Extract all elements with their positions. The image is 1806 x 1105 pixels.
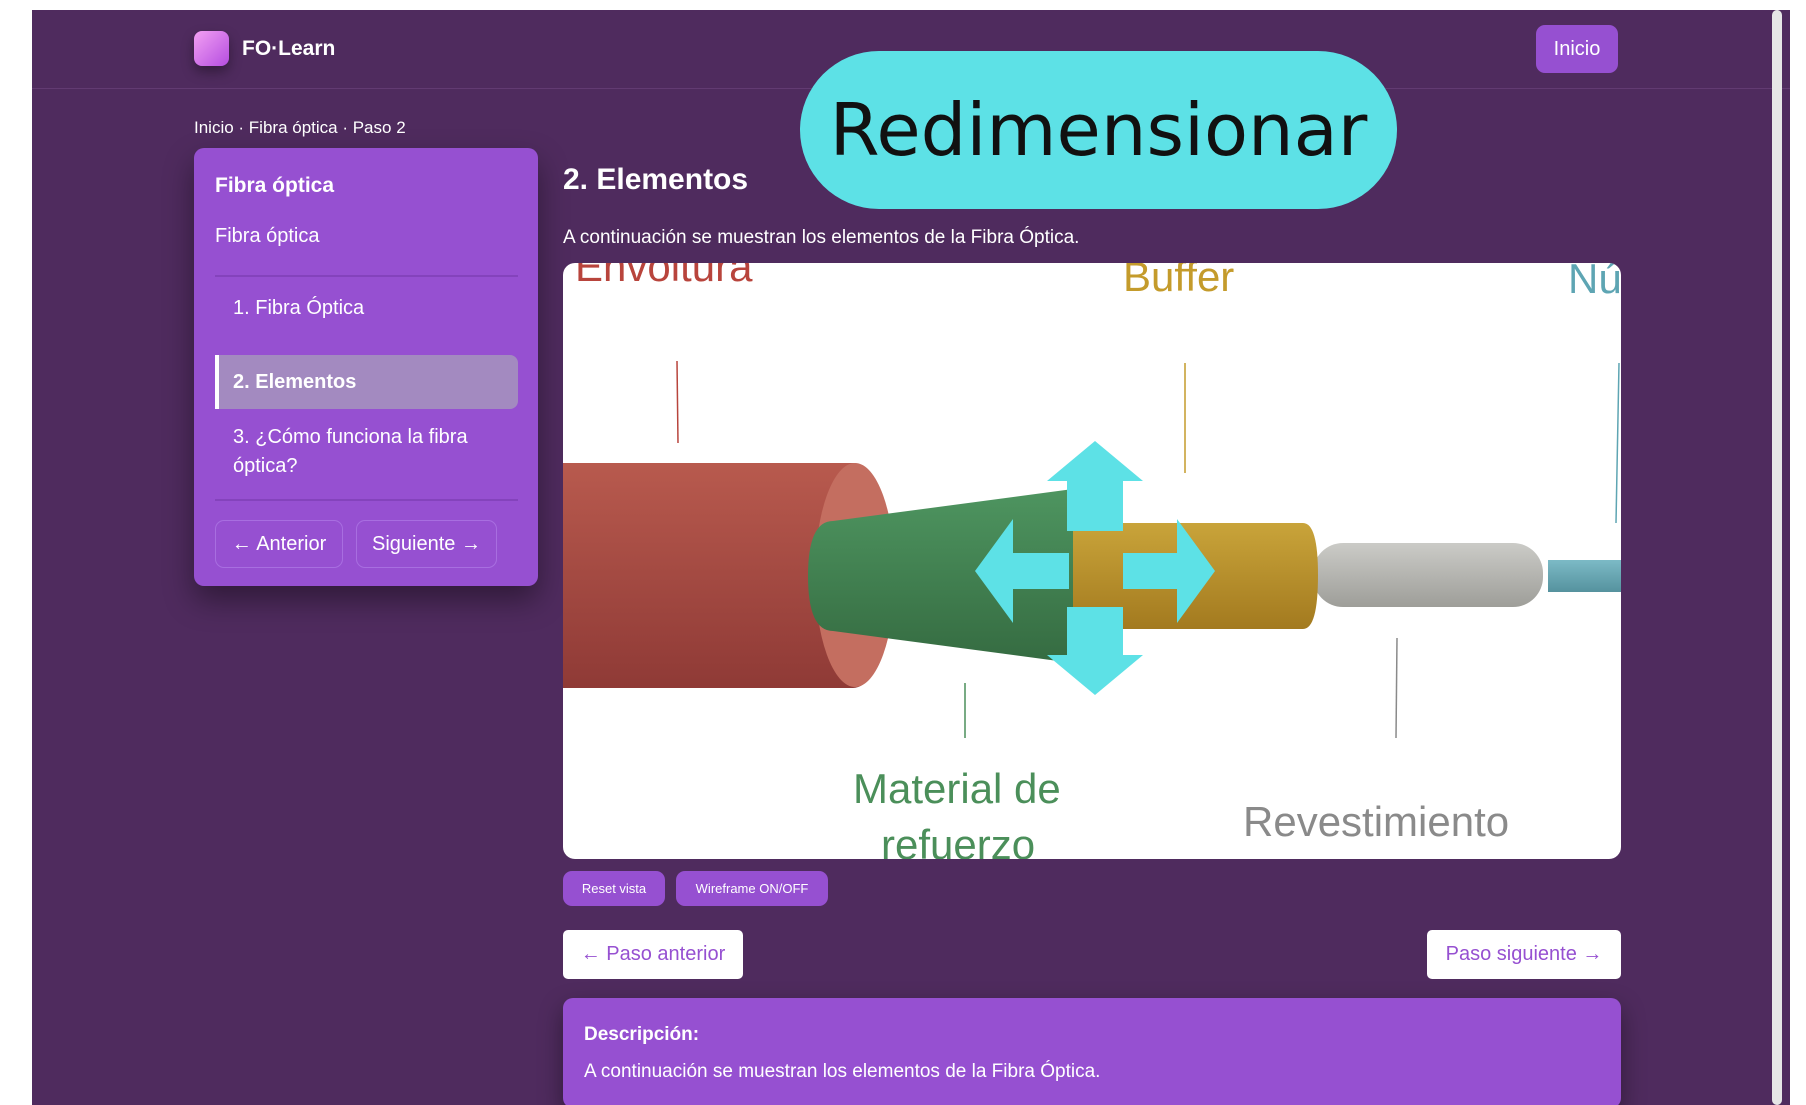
core-cylinder	[1548, 560, 1621, 592]
description-title: Descripción:	[584, 1024, 700, 1045]
label-material-line2: refuerzo	[881, 821, 1035, 859]
home-button[interactable]: Inicio	[1536, 25, 1618, 73]
sidebar-prev-button[interactable]: ← Anterior	[215, 520, 343, 568]
sidebar-item-elementos[interactable]: 2. Elementos	[215, 355, 518, 409]
resize-overlay-label: Redimensionar	[800, 51, 1397, 209]
cladding-cylinder	[1313, 543, 1543, 607]
description-text: A continuación se muestran los elementos…	[584, 1061, 1101, 1082]
label-revestimiento: Revestimiento	[1243, 798, 1509, 845]
fiber-3d-scene[interactable]: Envoltura Buffer Núcleo Material de refu…	[563, 263, 1621, 859]
leader-nucleo	[1615, 362, 1620, 524]
description-panel: Descripción: A continuación se muestran …	[563, 998, 1621, 1105]
sidebar-item-fibra-optica[interactable]: 1. Fibra Óptica	[215, 277, 518, 339]
sidebar-next-button[interactable]: Siguiente →	[356, 520, 497, 568]
sidebar-subtitle: Fibra óptica	[215, 225, 320, 247]
sidebar-title: Fibra óptica	[215, 174, 335, 197]
label-material-line1: Material de	[853, 765, 1061, 812]
window-scrollbar[interactable]	[1772, 10, 1782, 1105]
reset-view-button[interactable]: Reset vista	[563, 871, 665, 906]
fiber-3d-viewer[interactable]: Envoltura Buffer Núcleo Material de refu…	[563, 263, 1621, 859]
label-buffer: Buffer	[1123, 263, 1234, 300]
breadcrumb: Inicio · Fibra óptica · Paso 2	[194, 118, 406, 137]
next-step-button[interactable]: Paso siguiente →	[1427, 930, 1621, 979]
sidebar-divider	[215, 499, 518, 501]
sidebar-item-como-funciona[interactable]: 3. ¿Cómo funciona la fibra óptica?	[215, 417, 518, 487]
logo-icon	[194, 31, 229, 66]
brand-name: FO·Learn	[242, 37, 336, 60]
previous-step-button[interactable]: ← Paso anterior	[563, 930, 743, 979]
wireframe-toggle-button[interactable]: Wireframe ON/OFF	[676, 871, 828, 906]
lesson-sidebar: Fibra óptica Fibra óptica 1. Fibra Óptic…	[194, 148, 538, 586]
label-envoltura: Envoltura	[575, 263, 753, 290]
page-title: 2. Elementos	[563, 163, 749, 196]
label-nucleo: Núcleo	[1568, 263, 1621, 302]
leader-revestimiento	[1395, 637, 1398, 739]
page-description: A continuación se muestran los elementos…	[563, 227, 1080, 248]
leader-envoltura	[676, 360, 679, 444]
